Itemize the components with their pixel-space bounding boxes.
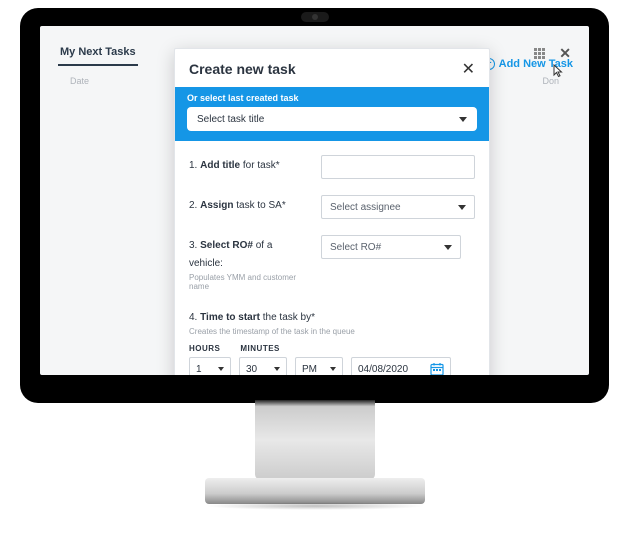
task-title-select[interactable]: Select task title [187, 107, 477, 131]
modal-title: Create new task [189, 61, 296, 77]
chevron-down-icon [274, 367, 280, 371]
assignee-select-text: Select assignee [330, 202, 401, 213]
modal-close-button[interactable]: ✕ [462, 59, 475, 79]
step-2-label: 2. Assign task to SA* [189, 200, 286, 211]
step-3-row: 3. Select RO# of a vehicle: Populates YM… [189, 235, 475, 291]
step-1-label: 1. Add title for task* [189, 160, 280, 171]
monitor-frame: My Next Tasks ✕ + Add New Task Date T Tr… [20, 8, 609, 403]
banner-hint: Or select last created task [187, 93, 477, 103]
date-input[interactable]: 04/08/2020 [351, 357, 451, 375]
hours-label: HOURS [189, 344, 220, 353]
monitor-stand-neck [255, 400, 375, 480]
minutes-label: MINUTES [240, 344, 280, 353]
step-4-row: 4. Time to start the task by* Creates th… [189, 307, 475, 375]
chevron-down-icon [458, 205, 466, 210]
chevron-down-icon [218, 367, 224, 371]
grid-view-icon[interactable] [534, 48, 545, 59]
camera-notch [301, 12, 329, 22]
step-3-sub: Populates YMM and customer name [189, 273, 309, 291]
task-title-input[interactable] [321, 155, 475, 179]
minutes-select[interactable]: 30 [239, 357, 287, 375]
step-2-row: 2. Assign task to SA* Select assignee [189, 195, 475, 219]
monitor-stand-base [205, 478, 425, 504]
chevron-down-icon [444, 245, 452, 250]
tab-my-next-tasks[interactable]: My Next Tasks [58, 40, 138, 66]
calendar-icon [430, 362, 444, 375]
step-4-sub: Creates the timestamp of the task in the… [189, 327, 475, 336]
bg-col: Date [70, 76, 89, 86]
minutes-value: 30 [246, 364, 257, 375]
step-1-row: 1. Add title for task* [189, 155, 475, 179]
ro-number-select[interactable]: Select RO# [321, 235, 461, 259]
ampm-value: PM [302, 364, 317, 375]
ro-number-select-text: Select RO# [330, 242, 381, 253]
ampm-select[interactable]: PM [295, 357, 343, 375]
hours-value: 1 [196, 364, 202, 375]
bg-col: Don [542, 76, 559, 86]
assignee-select[interactable]: Select assignee [321, 195, 475, 219]
create-task-modal: Create new task ✕ Or select last created… [174, 48, 490, 375]
chevron-down-icon [459, 117, 467, 122]
hours-select[interactable]: 1 [189, 357, 231, 375]
chevron-down-icon [330, 367, 336, 371]
app-screen: My Next Tasks ✕ + Add New Task Date T Tr… [40, 26, 589, 375]
date-value: 04/08/2020 [358, 364, 408, 375]
step-3-label: 3. Select RO# of a vehicle: [189, 240, 272, 269]
task-title-select-text: Select task title [197, 114, 264, 125]
step-4-label: 4. Time to start the task by* [189, 312, 315, 323]
recent-task-banner: Or select last created task Select task … [175, 87, 489, 141]
